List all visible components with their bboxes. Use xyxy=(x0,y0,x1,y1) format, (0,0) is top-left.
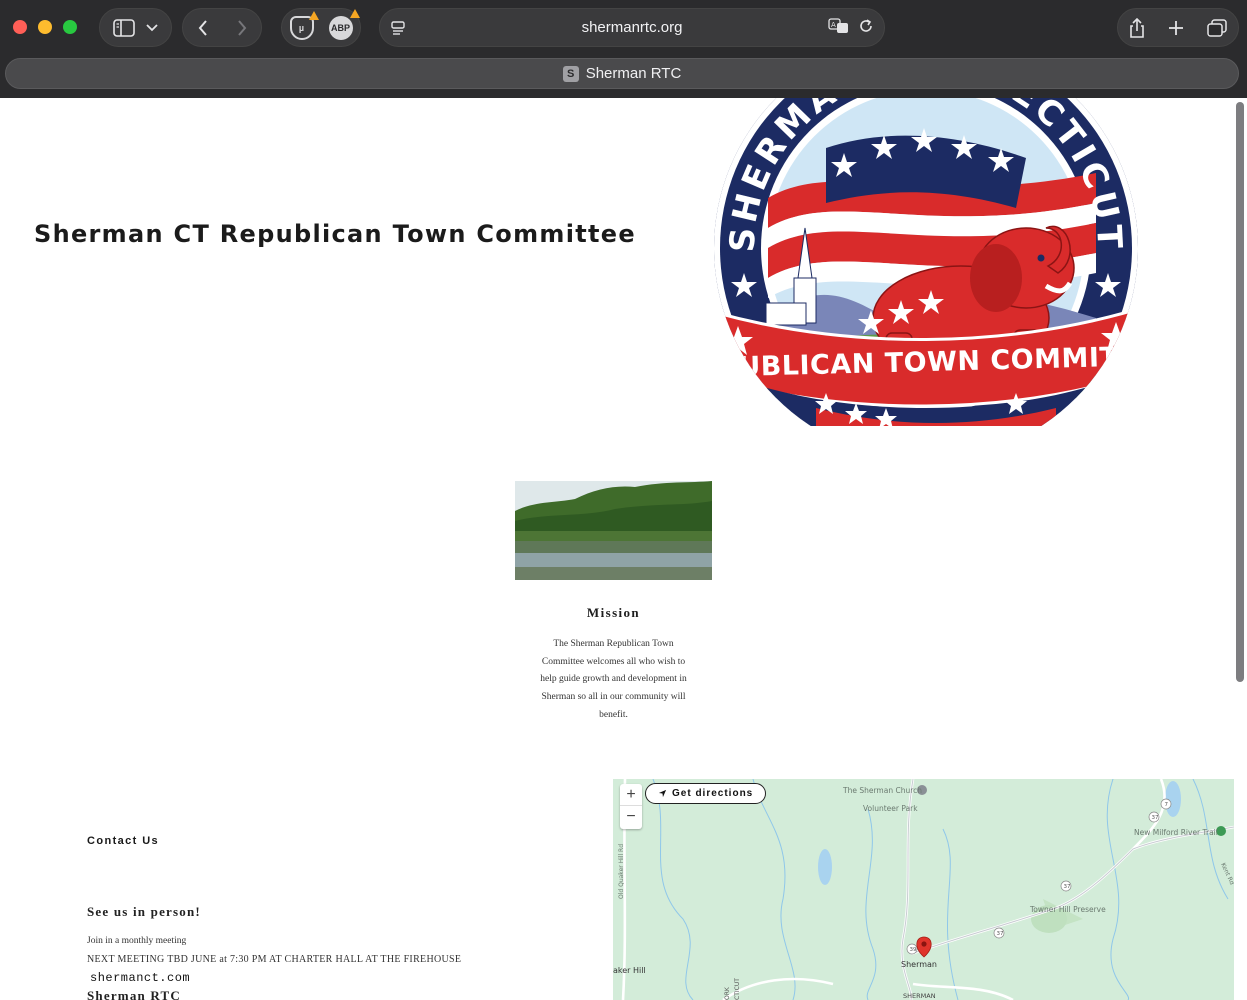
zoom-in-button[interactable]: + xyxy=(620,784,642,806)
back-arrow-icon[interactable] xyxy=(198,19,208,36)
map-label-state: CTICUT xyxy=(734,978,741,1000)
zoom-window-button[interactable] xyxy=(63,20,77,34)
route-7-label: 7 xyxy=(1165,802,1169,808)
warning-icon xyxy=(349,8,360,18)
abp-label: ABP xyxy=(330,22,350,33)
contact-heading: Contact Us xyxy=(87,835,160,847)
navigation-group xyxy=(182,8,262,47)
route-37-label: 37 xyxy=(997,931,1004,937)
map-label-town: Sherman xyxy=(901,960,937,969)
page-menu-icon[interactable] xyxy=(390,20,406,36)
map-label-preserve: Towner Hill Preserve xyxy=(1029,905,1106,914)
svg-text:A: A xyxy=(831,21,836,29)
warning-icon xyxy=(308,10,319,20)
window-controls xyxy=(13,20,77,34)
sidebar-icon[interactable] xyxy=(113,18,136,37)
url-text[interactable]: shermanrtc.org xyxy=(582,19,683,36)
share-icon[interactable] xyxy=(1129,17,1145,38)
ublock-extension-icon[interactable]: µ xyxy=(289,10,319,40)
tab-sherman-rtc[interactable]: S Sherman RTC xyxy=(5,58,1239,89)
tab-overview-icon[interactable] xyxy=(1206,18,1227,37)
extensions-group: µ ABP xyxy=(281,8,361,47)
site-title[interactable]: Sherman CT Republican Town Committee xyxy=(34,220,636,248)
map-label-ork: ORK xyxy=(724,986,731,1000)
get-directions-label: Get directions xyxy=(672,788,754,799)
window-actions-group xyxy=(1117,8,1239,47)
site-favicon-icon: S xyxy=(562,65,579,82)
map-label-park: Volunteer Park xyxy=(863,804,918,813)
map-label-town-caps: SHERMAN xyxy=(903,992,936,1000)
lake-photo xyxy=(515,481,712,580)
map-canvas[interactable]: 37 37 37 39 7 The Sherman Church Volunte… xyxy=(613,779,1234,1000)
get-directions-button[interactable]: Get directions xyxy=(645,783,767,804)
route-37-label: 37 xyxy=(1064,884,1071,890)
org-name-heading: Sherman RTC xyxy=(87,988,181,1000)
browser-toolbar: µ ABP shermanrtc.org A S Sherman RTC xyxy=(0,0,1247,98)
close-window-button[interactable] xyxy=(13,20,27,34)
adblock-plus-extension-icon[interactable]: ABP xyxy=(328,8,360,40)
sidebar-toggle-group xyxy=(99,8,172,47)
tab-title: Sherman RTC xyxy=(585,65,682,82)
mission-title: Mission xyxy=(586,605,641,620)
route-39-label: 39 xyxy=(910,947,917,953)
map-label-trail: New Milford River Trail xyxy=(1134,828,1218,837)
new-tab-icon[interactable] xyxy=(1168,20,1184,36)
web-page: Sherman CT Republican Town Committee SHE… xyxy=(0,98,1247,1000)
minimize-window-button[interactable] xyxy=(38,20,52,34)
meeting-invite-text: Join in a monthly meeting xyxy=(87,936,187,946)
rtc-logo: SHERMAN CONNECTICUT REPUBLICAN TOWN COMM… xyxy=(714,98,1138,426)
map-label-hill: aker Hill xyxy=(613,966,646,975)
address-bar[interactable]: shermanrtc.org A xyxy=(379,8,885,47)
navigation-arrow-icon xyxy=(658,789,667,798)
route-37-label: 37 xyxy=(1152,815,1159,821)
mission-body: The Sherman Republican Town Committee we… xyxy=(540,639,687,720)
shermanct-link[interactable]: shermanct.com xyxy=(90,971,190,985)
chevron-down-icon[interactable] xyxy=(146,23,158,32)
zoom-out-button[interactable]: − xyxy=(620,806,642,828)
address-bar-actions: A xyxy=(828,18,874,34)
ublock-label: µ xyxy=(298,22,305,33)
see-us-heading: See us in person! xyxy=(87,904,201,919)
forward-arrow-icon[interactable] xyxy=(237,19,247,36)
map-label-church: The Sherman Church xyxy=(842,786,922,795)
embedded-map[interactable]: 37 37 37 39 7 The Sherman Church Volunte… xyxy=(613,779,1234,1000)
reload-icon[interactable] xyxy=(858,18,874,34)
next-meeting-text: NEXT MEETING TBD JUNE at 7:30 PM AT CHAR… xyxy=(87,954,462,965)
translate-icon[interactable]: A xyxy=(828,18,850,34)
vertical-scrollbar[interactable] xyxy=(1236,102,1244,682)
map-zoom-controls: + − xyxy=(620,784,642,829)
map-label-road: Old Quaker Hill Rd xyxy=(618,844,625,899)
